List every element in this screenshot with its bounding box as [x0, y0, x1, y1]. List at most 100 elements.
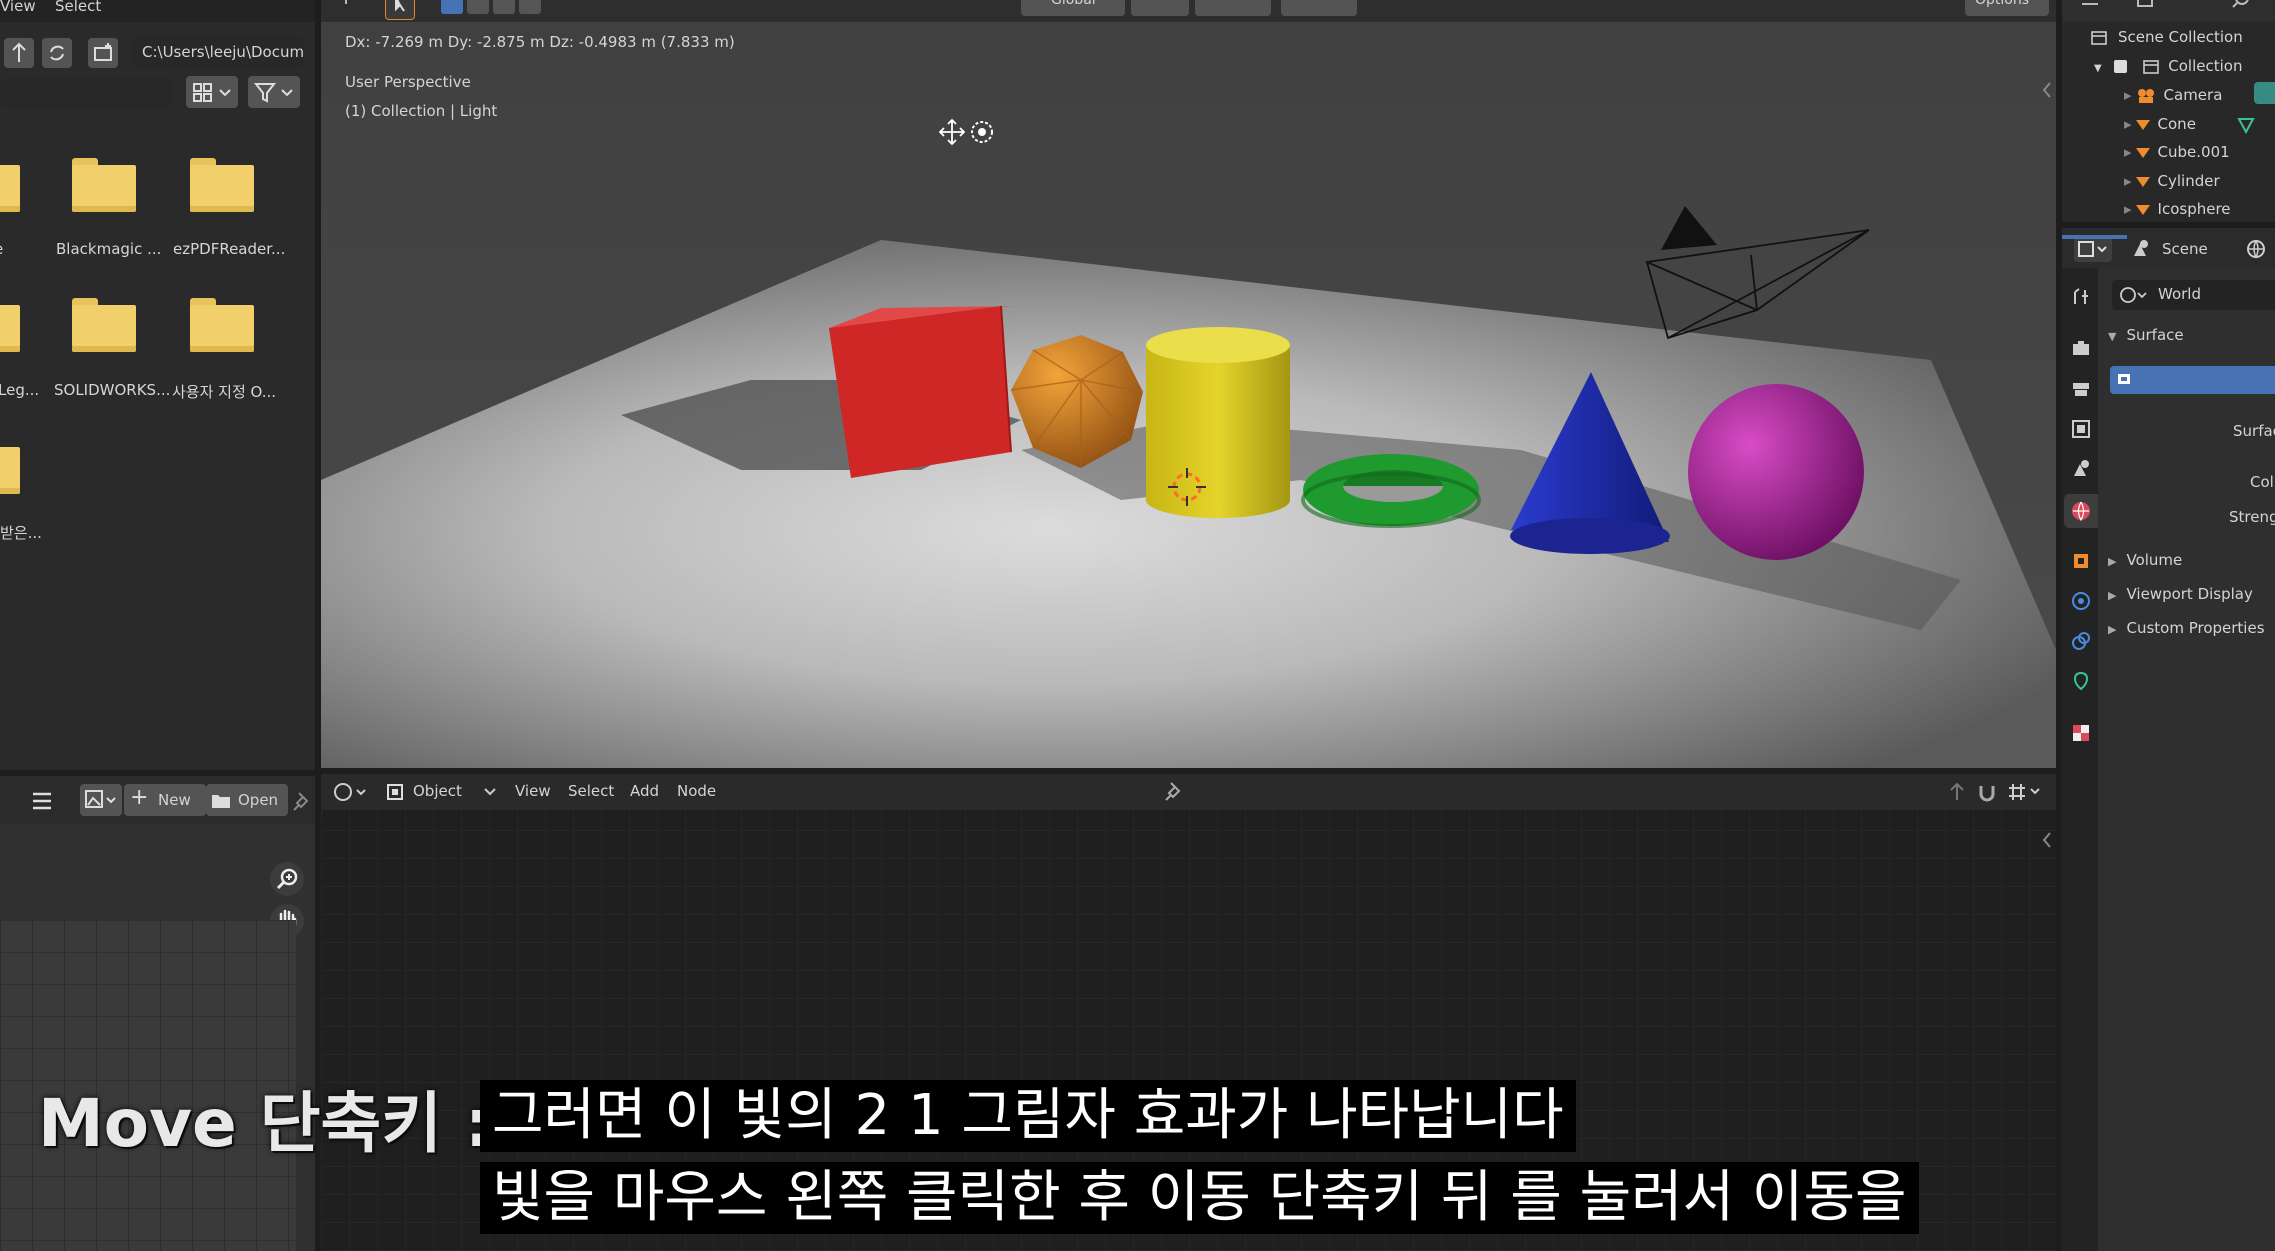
viewport-display-panel-header[interactable]: ▶ Viewport Display: [2108, 585, 2253, 603]
surface-node-link-button[interactable]: [2110, 366, 2275, 394]
folder-icon[interactable]: [0, 298, 20, 352]
folder-icon[interactable]: [190, 158, 254, 212]
node-link-icon: [2118, 374, 2130, 384]
new-label: New: [158, 791, 191, 809]
pin-icon[interactable]: [292, 790, 312, 812]
editor-type-dropdown[interactable]: [333, 0, 363, 16]
filter-dropdown[interactable]: [248, 76, 300, 108]
subtitle-line-2: 빛을 마우스 왼쪽 클릭한 후 이동 단축키 뒤 를 눌러서 이동을: [480, 1162, 1919, 1234]
select-mode-extend-button[interactable]: [467, 0, 489, 14]
object-tab[interactable]: [2070, 550, 2092, 572]
custom-properties-panel-header[interactable]: ▶ Custom Properties: [2108, 619, 2265, 637]
pivot-point-dropdown[interactable]: [1131, 0, 1189, 16]
snap-icon[interactable]: [1975, 780, 1999, 804]
snapping-dropdown[interactable]: [1195, 0, 1271, 16]
orientation-label: Global: [1051, 0, 1096, 8]
surface-panel-header[interactable]: ▼ Surface: [2108, 326, 2184, 344]
world-browse-icon: [2120, 287, 2147, 303]
menu-add[interactable]: Add: [630, 782, 659, 800]
proportional-editing-dropdown[interactable]: [1281, 0, 1357, 16]
menu-select[interactable]: Select: [568, 782, 614, 800]
panel-label: Custom Properties: [2126, 619, 2265, 637]
outliner-scene-collection[interactable]: Scene Collection: [2090, 28, 2243, 46]
volume-panel-header[interactable]: ▶ Volume: [2108, 551, 2182, 569]
outliner-item-icosphere[interactable]: ▸ Icosphere: [2124, 200, 2231, 218]
scene-collection-label: Scene Collection: [2118, 28, 2243, 46]
folder-icon[interactable]: [0, 158, 20, 212]
outliner-item-cylinder[interactable]: ▸ Cylinder: [2124, 172, 2220, 190]
editor-type-dropdown[interactable]: [331, 778, 367, 806]
select-mode-new-button[interactable]: [441, 0, 463, 14]
menu-select[interactable]: Select: [55, 0, 101, 15]
outliner-item-camera[interactable]: ▸ Camera: [2124, 86, 2222, 104]
menu-view[interactable]: View: [0, 0, 36, 15]
options-dropdown[interactable]: Options: [1965, 0, 2049, 16]
outliner-item-cube[interactable]: ▸ Cube.001: [2124, 143, 2230, 161]
pin-icon[interactable]: [1163, 780, 1185, 804]
world-selector[interactable]: World: [2112, 280, 2275, 310]
search-icon[interactable]: [2232, 0, 2256, 14]
directory-path-field[interactable]: C:\Users\leeju\Docum...: [132, 36, 304, 68]
image-icon: [85, 790, 116, 808]
folder-label: e: [0, 240, 3, 258]
panel-label: Viewport Display: [2126, 585, 2253, 603]
object-data-tab[interactable]: [2070, 670, 2092, 692]
select-mode-subtract-button[interactable]: [493, 0, 515, 14]
viewport-header: Global Options: [321, 0, 2056, 22]
file-browser-toolbar: C:\Users\leeju\Docum...: [0, 34, 315, 74]
world-tab[interactable]: [2064, 494, 2098, 528]
display-mode-dropdown[interactable]: [186, 76, 238, 108]
filter-icon[interactable]: [2134, 0, 2164, 16]
scene-tab[interactable]: [2070, 458, 2092, 480]
tool-settings-tab[interactable]: [2070, 286, 2092, 308]
open-image-button[interactable]: Open: [206, 784, 288, 816]
parent-node-tree-icon[interactable]: [1945, 780, 1969, 804]
world-globe-icon[interactable]: [2244, 238, 2268, 260]
collection-box-icon: [2143, 59, 2160, 74]
camera-data-icon: [2254, 82, 2275, 104]
filename-search-field[interactable]: [0, 78, 172, 108]
texture-tab[interactable]: [2070, 722, 2092, 744]
options-label: Options: [1975, 0, 2030, 8]
world-icon: [2072, 501, 2090, 522]
folder-icon[interactable]: [190, 298, 254, 352]
hamburger-menu-icon[interactable]: [30, 790, 56, 812]
refresh-button[interactable]: [42, 38, 72, 68]
checkbox-icon[interactable]: [2114, 60, 2128, 73]
zoom-button[interactable]: [270, 862, 304, 896]
menu-node[interactable]: Node: [677, 782, 716, 800]
render-tab[interactable]: [2070, 338, 2092, 360]
folder-label: 받은...: [0, 524, 42, 542]
physics-tab[interactable]: [2070, 630, 2092, 652]
modifier-tab[interactable]: [2070, 590, 2092, 612]
expand-arrow-icon[interactable]: ▼: [2094, 63, 2102, 74]
select-mode-invert-button[interactable]: [519, 0, 541, 14]
properties-header: Scene: [2062, 228, 2275, 268]
collapsed-arrow-icon: ▶: [2108, 623, 2117, 636]
select-tool-button[interactable]: [385, 0, 415, 20]
display-mode-icon[interactable]: [2078, 0, 2108, 16]
outliner-item-cone[interactable]: ▸ Cone: [2124, 115, 2196, 133]
collection-label: Collection: [2168, 57, 2243, 75]
folder-icon[interactable]: [72, 158, 136, 212]
snap-grid-icon[interactable]: [2005, 780, 2045, 804]
3d-viewport[interactable]: [321, 0, 2056, 768]
image-browse-dropdown[interactable]: [80, 784, 122, 816]
view-layer-tab[interactable]: [2070, 418, 2092, 440]
menu-view[interactable]: View: [515, 782, 551, 800]
new-folder-button[interactable]: [88, 38, 118, 68]
sidebar-toggle-icon[interactable]: [2040, 80, 2054, 100]
output-tab[interactable]: [2070, 378, 2092, 400]
transform-orientation-dropdown[interactable]: Global: [1021, 0, 1125, 16]
folder-icon[interactable]: [72, 298, 136, 352]
folder-icon[interactable]: [0, 440, 20, 494]
new-image-button[interactable]: + New: [124, 784, 206, 816]
world-name: World: [2158, 285, 2201, 303]
parent-directory-button[interactable]: [4, 38, 34, 68]
cylinder-mesh: [1146, 345, 1290, 518]
shader-type-dropdown[interactable]: Object: [383, 778, 503, 806]
item-label: Cube.001: [2157, 143, 2230, 161]
outliner-collection-row[interactable]: ▼ Collection: [2094, 57, 2242, 75]
editor-type-dropdown[interactable]: [2074, 236, 2112, 262]
sidebar-toggle-icon[interactable]: [2040, 830, 2054, 850]
